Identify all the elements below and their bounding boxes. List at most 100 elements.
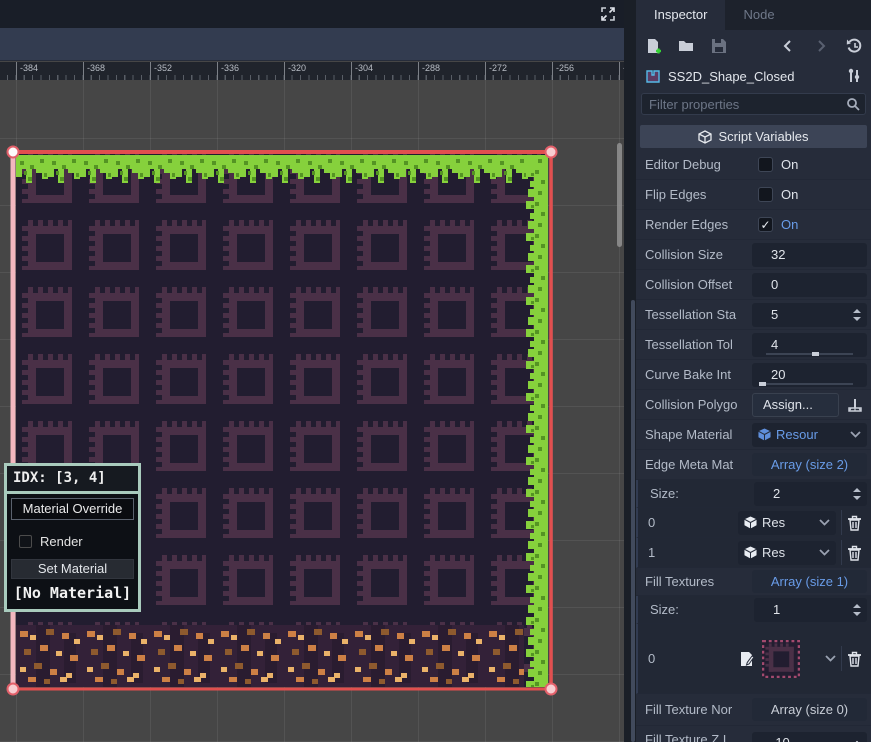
save-resource-icon[interactable]: [710, 37, 728, 55]
curve-bake-field[interactable]: 20: [752, 363, 867, 387]
prop-edge-meta-materials: Edge Meta Mat Array (size 2): [636, 450, 871, 480]
ruler-tick: -352: [150, 62, 172, 80]
object-tools-icon[interactable]: [845, 67, 863, 85]
expand-viewport-icon[interactable]: [598, 4, 618, 24]
edit-texture-icon[interactable]: [738, 650, 756, 668]
chevron-down-icon: [819, 519, 830, 526]
ruler-tick: -256: [552, 62, 574, 80]
edge-meta-size-field[interactable]: 2: [754, 482, 867, 506]
no-material-label: [No Material]: [11, 579, 134, 604]
dock-tab-bar: Inspector Node: [636, 0, 871, 30]
point-handle-bottomright[interactable]: [546, 684, 557, 695]
edited-object-name: SS2D_Shape_Closed: [668, 69, 839, 84]
shape-material-resource[interactable]: Resour: [752, 423, 867, 447]
delete-item-icon[interactable]: [841, 540, 867, 565]
history-forward-icon[interactable]: [812, 37, 830, 55]
canvas-area[interactable]: [0, 80, 624, 742]
spinner-icon[interactable]: [852, 486, 862, 502]
edge-meta-item-1: 1 Res: [636, 538, 871, 568]
tab-inspector[interactable]: Inspector: [636, 0, 725, 30]
ruler-tick: -336: [217, 62, 239, 80]
ruler-tick: -320: [284, 62, 306, 80]
delete-item-icon[interactable]: [841, 510, 867, 535]
render-checkbox[interactable]: [19, 535, 32, 548]
point-handle-topright[interactable]: [546, 147, 557, 158]
tessellation-stages-field[interactable]: 5: [752, 303, 867, 327]
fill-texture-thumbnail[interactable]: [762, 640, 800, 678]
ruler-tick: -368: [83, 62, 105, 80]
clear-icon[interactable]: [843, 393, 867, 417]
fill-texture-normals-array-button[interactable]: Array (size 0): [752, 698, 867, 721]
spinner-icon[interactable]: [852, 307, 862, 323]
horizontal-ruler: -384 -368 -352 -336 -320 -304 -288 -272 …: [0, 62, 624, 80]
section-title: Script Variables: [718, 129, 808, 144]
prop-fill-textures: Fill Textures Array (size 1): [636, 568, 871, 596]
tessellation-tolerance-field[interactable]: 4: [752, 333, 867, 357]
slider-track[interactable]: [766, 383, 853, 385]
spinner-icon[interactable]: [852, 602, 862, 618]
point-handle-bottomleft[interactable]: [8, 684, 19, 695]
editor-debug-checkbox[interactable]: [758, 157, 773, 172]
prop-tessellation-tolerance: Tessellation Tol 4: [636, 330, 871, 360]
ss2d-node-icon: [644, 67, 662, 85]
edge-material-popup: IDX: [3, 4] Material Override Render Set…: [4, 463, 141, 612]
fill-textures-item-0: 0: [636, 624, 871, 694]
edge-meta-1-resource[interactable]: Res: [738, 541, 836, 565]
slider-track[interactable]: [766, 353, 853, 355]
filter-properties-input[interactable]: [641, 93, 866, 115]
dirt-edge-texture: [16, 625, 524, 687]
prop-collision-polygon: Collision Polygo Assign...: [636, 390, 871, 420]
assign-collision-polygon-button[interactable]: Assign...: [752, 393, 839, 417]
ruler-tick: -272: [485, 62, 507, 80]
slider-thumb[interactable]: [759, 382, 766, 386]
delete-item-icon[interactable]: [841, 646, 867, 671]
edge-meta-0-resource[interactable]: Res: [738, 511, 836, 535]
ruler-tick: -288: [418, 62, 440, 80]
chevron-up-icon[interactable]: [851, 736, 863, 742]
prop-tessellation-stages: Tessellation Sta 5: [636, 300, 871, 330]
fill-texture-z-field[interactable]: -10: [752, 732, 867, 742]
fill-textures-array-button[interactable]: Array (size 1): [752, 570, 867, 593]
panel-divider: [624, 0, 636, 742]
grass-right-edge: [524, 155, 548, 687]
viewport-2d[interactable]: -384 -368 -352 -336 -320 -304 -288 -272 …: [0, 0, 624, 742]
viewport-top-bar: [0, 0, 624, 28]
resource-cube-icon: [744, 546, 757, 559]
collision-offset-field[interactable]: 0: [752, 273, 867, 297]
inspector-scrollbar[interactable]: [631, 300, 635, 742]
fill-textures-size-field[interactable]: 1: [754, 598, 867, 622]
godot-editor: -384 -368 -352 -336 -320 -304 -288 -272 …: [0, 0, 871, 742]
section-script-variables[interactable]: Script Variables: [640, 125, 867, 148]
prop-fill-texture-z-index: Fill Texture Z I -10: [636, 726, 871, 742]
inspector-panel: Inspector Node: [636, 0, 871, 742]
prop-collision-offset: Collision Offset 0: [636, 270, 871, 300]
resource-cube-icon: [744, 516, 757, 529]
tab-node[interactable]: Node: [725, 0, 792, 30]
prop-render-edges: Render Edges ✓On: [636, 210, 871, 240]
chevron-down-icon: [850, 431, 861, 438]
material-override-button[interactable]: Material Override: [11, 498, 134, 520]
slider-thumb[interactable]: [812, 352, 819, 356]
edge-meta-item-0: 0 Res: [636, 508, 871, 538]
ss2d-shape[interactable]: [0, 80, 624, 742]
ruler-tick: -384: [16, 62, 38, 80]
prop-shape-material: Shape Material Resour: [636, 420, 871, 450]
load-resource-icon[interactable]: [677, 37, 695, 55]
point-handle-topleft[interactable]: [8, 147, 19, 158]
fill-textures-size-row: Size: 1: [636, 596, 871, 624]
search-icon: [846, 97, 860, 114]
resource-cube-icon: [758, 428, 771, 441]
grass-top-edge: [16, 155, 548, 189]
ruler-tick: -304: [351, 62, 373, 80]
collision-size-field[interactable]: 32: [752, 243, 867, 267]
render-edges-checkbox[interactable]: ✓: [758, 217, 773, 232]
chevron-down-icon[interactable]: [825, 655, 836, 662]
history-back-icon[interactable]: [779, 37, 797, 55]
new-resource-icon[interactable]: [644, 37, 662, 55]
edge-meta-array-button[interactable]: Array (size 2): [752, 453, 867, 476]
object-history-icon[interactable]: [845, 37, 863, 55]
flip-edges-checkbox[interactable]: [758, 187, 773, 202]
viewport-vertical-scrollbar[interactable]: [617, 143, 622, 247]
set-material-button[interactable]: Set Material: [11, 559, 134, 579]
prop-curve-bake-interval: Curve Bake Int 20: [636, 360, 871, 390]
